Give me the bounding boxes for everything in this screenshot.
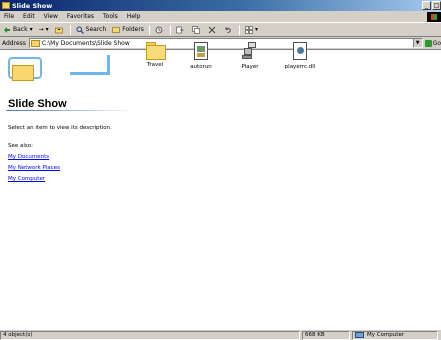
maximize-button[interactable]: □ xyxy=(432,1,441,10)
status-bar: 4 object(s) 668 KB My Computer xyxy=(0,329,441,340)
back-label: Back xyxy=(13,26,28,33)
link-my-documents[interactable]: My Documents xyxy=(8,152,60,163)
toolbar-separator xyxy=(148,24,150,35)
file-item-autorun[interactable]: autorun xyxy=(183,42,219,70)
copy-to-button[interactable] xyxy=(189,24,205,36)
views-button[interactable]: ▾ xyxy=(242,24,261,36)
folder-title: Slide Show xyxy=(8,98,67,110)
search-icon xyxy=(76,26,84,34)
link-my-computer[interactable]: My Computer xyxy=(8,174,60,185)
file-label: Travel xyxy=(146,62,164,68)
menu-tools[interactable]: Tools xyxy=(99,13,123,20)
folder-icon xyxy=(2,2,10,9)
banner-folder-icon xyxy=(12,65,34,81)
windows-logo-icon xyxy=(427,12,441,22)
folders-icon xyxy=(112,26,121,33)
window-controls: _ □ xyxy=(421,1,441,10)
menu-file[interactable]: File xyxy=(0,13,19,20)
forward-button[interactable]: → ▾ xyxy=(36,24,52,36)
file-item-playerrc-dll[interactable]: playerrc.dll xyxy=(280,42,320,70)
back-arrow-icon xyxy=(4,26,10,33)
toolbar: Back ▾ → ▾ Search Folders ▾ xyxy=(0,23,441,37)
folder-banner: Slide Show xyxy=(0,51,140,111)
history-icon xyxy=(155,26,163,33)
chevron-down-icon: ▾ xyxy=(254,26,258,33)
menu-bar: File Edit View Favorites Tools Help xyxy=(0,11,441,23)
status-object-count: 4 object(s) xyxy=(0,330,300,340)
file-label: Player xyxy=(241,64,259,70)
window-title: Slide Show xyxy=(12,1,53,10)
undo-icon xyxy=(225,26,231,33)
document-icon xyxy=(194,42,208,60)
web-view-pane: Slide Show Select an item to view its de… xyxy=(0,51,140,329)
forward-arrow-icon: → xyxy=(38,26,44,33)
search-button[interactable]: Search xyxy=(73,24,110,36)
banner-decoration xyxy=(70,55,110,75)
move-to-button[interactable] xyxy=(173,24,189,36)
address-label: Address xyxy=(2,39,26,47)
toolbar-separator xyxy=(69,24,71,35)
up-folder-icon xyxy=(54,27,63,33)
minimize-button[interactable]: _ xyxy=(422,1,431,10)
history-button[interactable] xyxy=(152,24,168,36)
copy-to-icon xyxy=(192,25,200,34)
address-dropdown-button[interactable]: ▼ xyxy=(412,39,422,47)
see-also-label: See also: xyxy=(8,143,33,149)
go-button[interactable]: Go xyxy=(424,39,441,47)
chevron-down-icon: ▾ xyxy=(45,26,49,33)
status-location: My Computer xyxy=(367,331,405,338)
up-folder-button[interactable] xyxy=(52,24,68,36)
chevron-down-icon: ▾ xyxy=(29,26,33,33)
folder-view: Slide Show Select an item to view its de… xyxy=(0,42,441,329)
status-size: 668 KB xyxy=(302,330,350,340)
my-computer-icon xyxy=(355,332,364,338)
menu-view[interactable]: View xyxy=(40,13,63,20)
title-bar: Slide Show _ □ xyxy=(0,0,441,11)
file-item-player[interactable]: Player xyxy=(232,42,268,70)
item-description: Select an item to view its description. xyxy=(8,125,112,131)
menu-favorites[interactable]: Favorites xyxy=(63,13,99,20)
address-bar: Address C:\My Documents\Slide Show ▼ Go xyxy=(0,37,441,50)
title-divider xyxy=(6,110,136,111)
toolbar-separator xyxy=(238,24,240,35)
delete-button[interactable] xyxy=(205,24,221,36)
folder-icon xyxy=(30,39,40,47)
back-button[interactable]: Back ▾ xyxy=(0,24,36,36)
address-path: C:\My Documents\Slide Show xyxy=(41,39,130,47)
dll-icon xyxy=(293,42,307,60)
folder-icon xyxy=(146,42,166,60)
delete-icon xyxy=(208,26,216,33)
file-label: playerrc.dll xyxy=(284,64,316,70)
move-to-icon xyxy=(176,26,184,33)
folders-label: Folders xyxy=(122,26,144,33)
search-label: Search xyxy=(85,26,107,33)
toolbar-separator xyxy=(169,24,171,35)
go-arrow-icon xyxy=(424,39,432,47)
menu-help[interactable]: Help xyxy=(123,13,146,20)
link-my-network-places[interactable]: My Network Places xyxy=(8,163,60,174)
application-icon xyxy=(242,42,258,60)
address-input[interactable]: C:\My Documents\Slide Show ▼ xyxy=(28,38,423,48)
folders-button[interactable]: Folders xyxy=(109,24,147,36)
see-also-links: My Documents My Network Places My Comput… xyxy=(8,152,60,185)
menu-edit[interactable]: Edit xyxy=(19,13,40,20)
file-label: autorun xyxy=(190,64,212,70)
views-icon xyxy=(245,25,253,34)
file-item-travel[interactable]: Travel xyxy=(137,42,173,68)
status-zone: My Computer xyxy=(352,330,438,340)
go-label: Go xyxy=(432,39,441,47)
undo-button[interactable] xyxy=(221,24,237,36)
